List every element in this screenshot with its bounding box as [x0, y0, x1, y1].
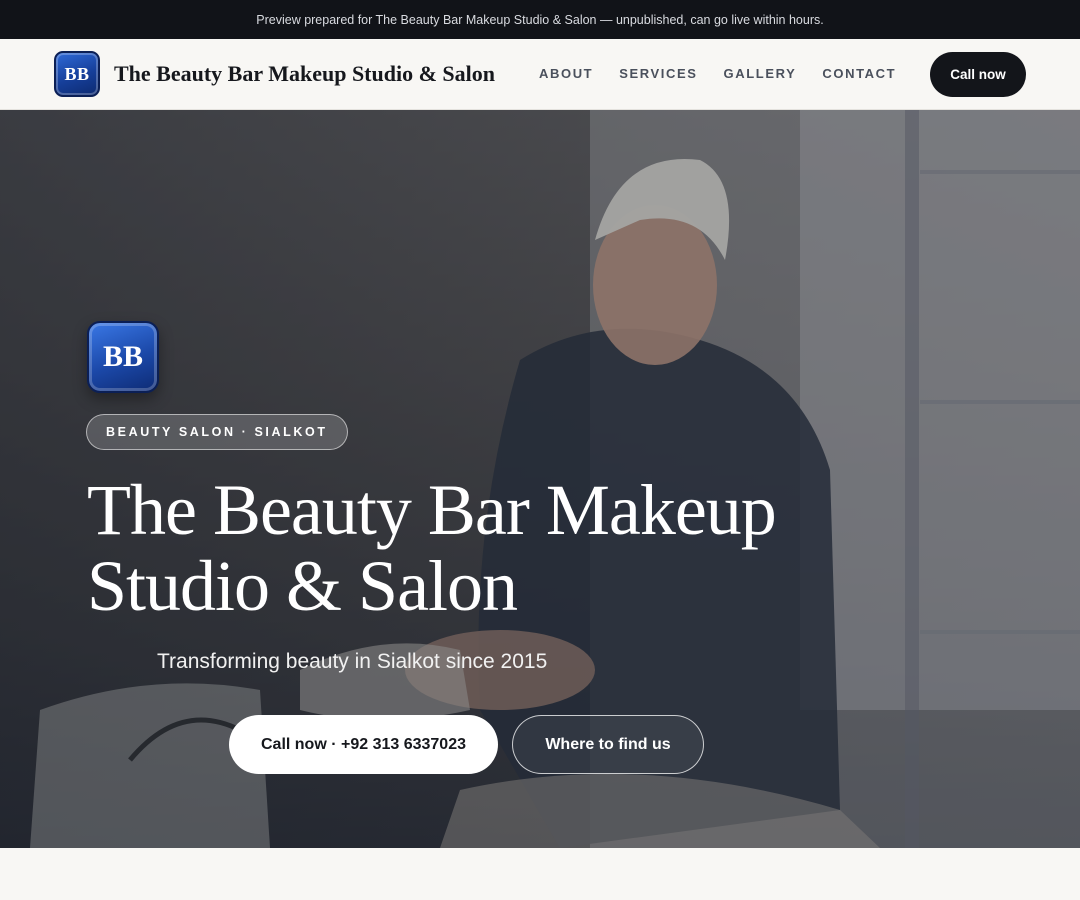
site-header: BB The Beauty Bar Makeup Studio & Salon …: [0, 39, 1080, 110]
header-call-button[interactable]: Call now: [930, 52, 1026, 97]
nav-services[interactable]: SERVICES: [619, 66, 697, 81]
hero-location-button[interactable]: Where to find us: [512, 715, 704, 774]
nav-about[interactable]: ABOUT: [539, 66, 593, 81]
preview-banner: Preview prepared for The Beauty Bar Make…: [0, 0, 1080, 39]
hero-logo-badge: BB: [87, 321, 159, 393]
main-nav: ABOUT SERVICES GALLERY CONTACT: [539, 66, 922, 81]
next-section: [0, 848, 1080, 900]
nav-contact[interactable]: CONTACT: [822, 66, 896, 81]
logo-badge[interactable]: BB: [54, 51, 100, 97]
preview-banner-text: Preview prepared for The Beauty Bar Make…: [256, 12, 824, 27]
brand-name[interactable]: The Beauty Bar Makeup Studio & Salon: [114, 61, 495, 87]
hero-category-tag: BEAUTY SALON · SIALKOT: [86, 414, 348, 450]
hero-section: BB BEAUTY SALON · SIALKOT The Beauty Bar…: [0, 110, 1080, 848]
hero-title: The Beauty Bar Makeup Studio & Salon: [87, 470, 777, 626]
hero-call-button[interactable]: Call now · +92 313 6337023: [229, 715, 498, 774]
nav-gallery[interactable]: GALLERY: [724, 66, 797, 81]
hero-subtitle: Transforming beauty in Sialkot since 201…: [157, 650, 548, 673]
